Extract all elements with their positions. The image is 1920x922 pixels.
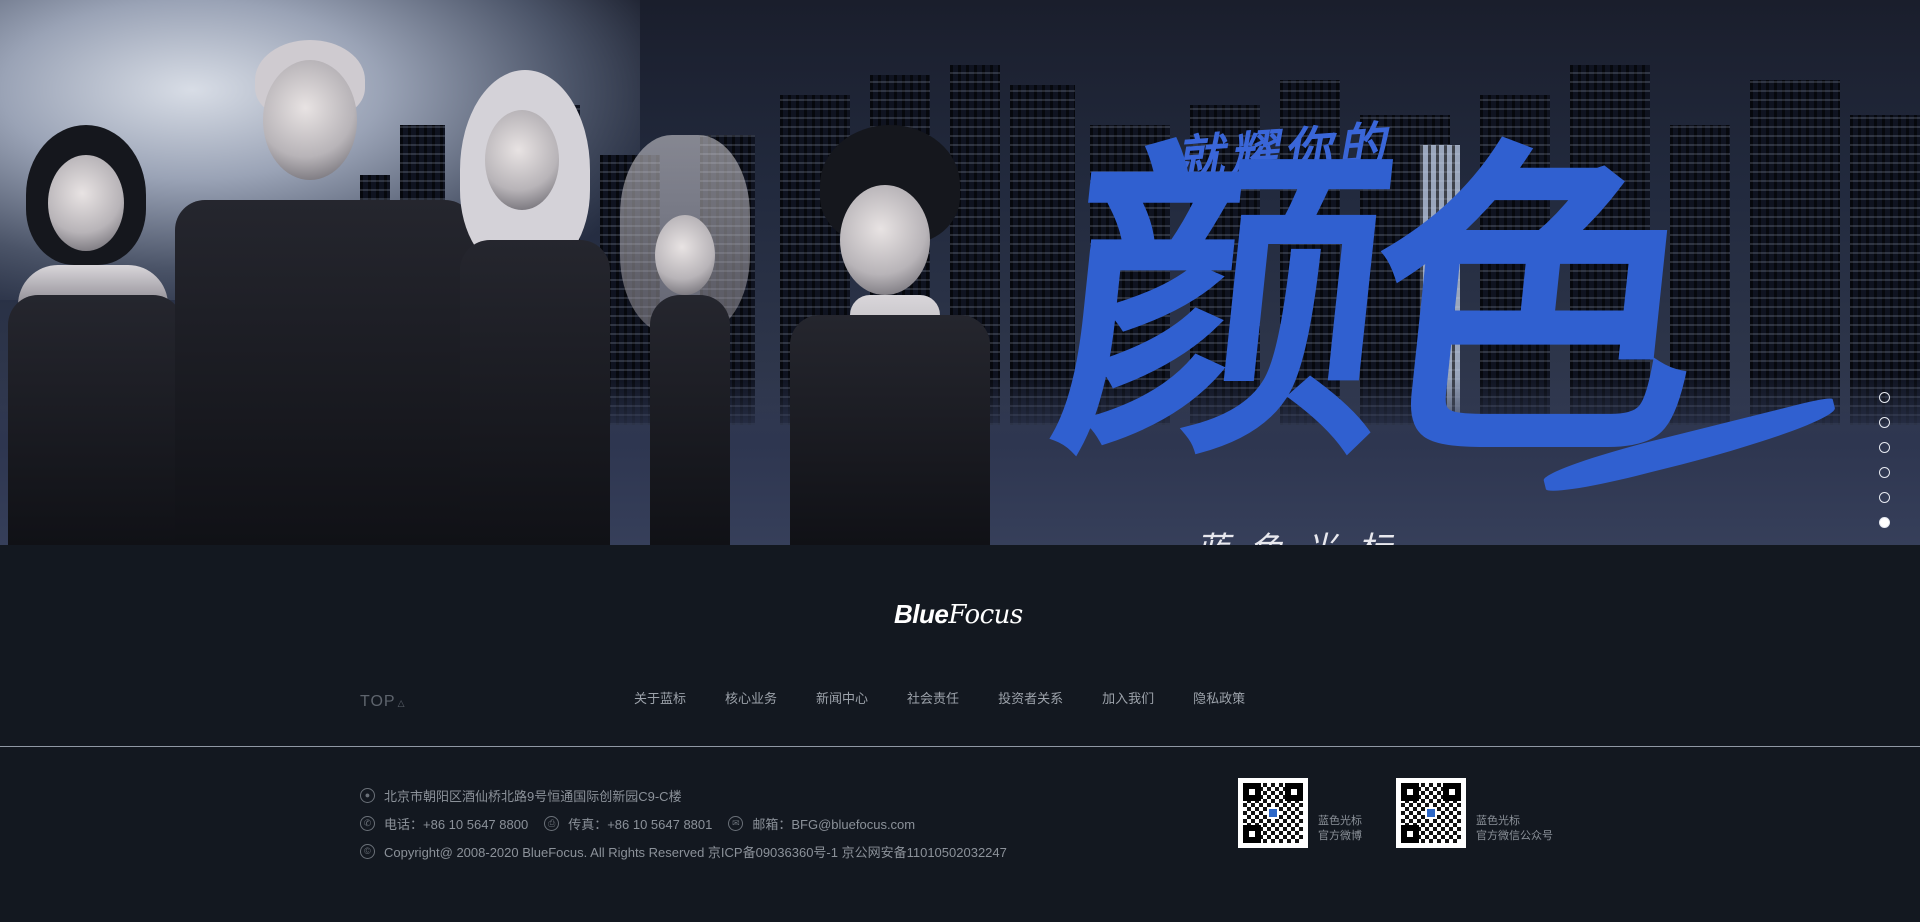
nav-link-responsibility[interactable]: 社会责任 xyxy=(907,688,959,707)
qr-label: 蓝色光标 官方微信公众号 xyxy=(1476,814,1553,848)
nav-link-join-us[interactable]: 加入我们 xyxy=(1102,688,1154,707)
email-text[interactable]: 邮箱：BFG@bluefocus.com xyxy=(752,814,915,833)
qr-code-image xyxy=(1238,778,1308,848)
nav-link-investors[interactable]: 投资者关系 xyxy=(998,688,1063,707)
address-text: 北京市朝阳区酒仙桥北路9号恒通国际创新园C9-C楼 xyxy=(384,788,682,804)
nav-link-about[interactable]: 关于蓝标 xyxy=(634,688,686,707)
logo-text-bold: Blue xyxy=(894,599,949,629)
logo-text-light: Focus xyxy=(948,600,1023,630)
copyright-row: © Copyright@ 2008-2020 BlueFocus. All Ri… xyxy=(360,837,1007,865)
mail-icon: ✉ xyxy=(728,815,744,831)
qr-label: 蓝色光标 官方微博 xyxy=(1318,814,1362,848)
slide-dot[interactable] xyxy=(1879,442,1890,453)
slide-dot-active[interactable] xyxy=(1879,517,1890,528)
hero-calligraphy-big: 颜色 xyxy=(1039,111,1701,499)
contact-row: ✆ 电话：+86 10 5647 8800 ⎙ 传真：+86 10 5647 8… xyxy=(360,809,1007,837)
top-label: TOP xyxy=(360,693,396,710)
copyright-text: Copyright@ 2008-2020 BlueFocus. All Righ… xyxy=(384,844,1007,860)
slide-pagination xyxy=(1879,392,1891,542)
arrow-up-icon: △ xyxy=(397,698,406,708)
footer-divider xyxy=(0,746,1920,747)
slide-dot[interactable] xyxy=(1879,417,1890,428)
footer-nav: 关于蓝标 核心业务 新闻中心 社会责任 投资者关系 加入我们 隐私政策 xyxy=(634,688,1284,707)
location-pin-icon: ● xyxy=(360,787,375,803)
qr-label-line2: 官方微信公众号 xyxy=(1476,830,1553,842)
fax-icon: ⎙ xyxy=(544,815,560,831)
qr-label-line2: 官方微博 xyxy=(1318,830,1362,842)
slide-dot[interactable] xyxy=(1879,392,1890,403)
qr-code-image xyxy=(1396,778,1466,848)
slide-dot[interactable] xyxy=(1879,492,1890,503)
bluefocus-logo[interactable]: BlueFocus xyxy=(894,599,1023,630)
phone-icon: ✆ xyxy=(360,815,375,831)
hero-banner: 就耀你的 颜色 蓝色光标 xyxy=(0,0,1920,545)
copyright-icon: © xyxy=(360,843,375,859)
model-figure xyxy=(8,125,188,545)
model-figure xyxy=(600,125,770,545)
slide-dot[interactable] xyxy=(1879,467,1890,478)
site-footer: BlueFocus TOP △ 关于蓝标 核心业务 新闻中心 社会责任 投资者关系… xyxy=(0,545,1920,922)
phone-text: 电话：+86 10 5647 8800 xyxy=(384,816,529,832)
hero-calligraphy-bottom: 蓝色光标 xyxy=(1195,522,1411,545)
nav-link-business[interactable]: 核心业务 xyxy=(725,688,777,707)
fax-text: 传真：+86 10 5647 8801 xyxy=(568,816,713,832)
model-figure xyxy=(175,40,475,545)
nav-link-news[interactable]: 新闻中心 xyxy=(816,688,868,707)
qr-wechat: 蓝色光标 官方微信公众号 xyxy=(1396,778,1553,848)
qr-weibo: 蓝色光标 官方微博 xyxy=(1238,778,1362,848)
contact-info: ● 北京市朝阳区酒仙桥北路9号恒通国际创新园C9-C楼 ✆ 电话：+86 10 … xyxy=(360,781,1007,865)
back-to-top-link[interactable]: TOP △ xyxy=(360,693,406,711)
qr-label-line1: 蓝色光标 xyxy=(1318,815,1362,827)
qr-label-line1: 蓝色光标 xyxy=(1476,815,1520,827)
model-figure xyxy=(440,70,620,545)
model-figure xyxy=(760,125,1000,545)
nav-link-privacy[interactable]: 隐私政策 xyxy=(1193,688,1245,707)
address-row: ● 北京市朝阳区酒仙桥北路9号恒通国际创新园C9-C楼 xyxy=(360,781,1007,809)
